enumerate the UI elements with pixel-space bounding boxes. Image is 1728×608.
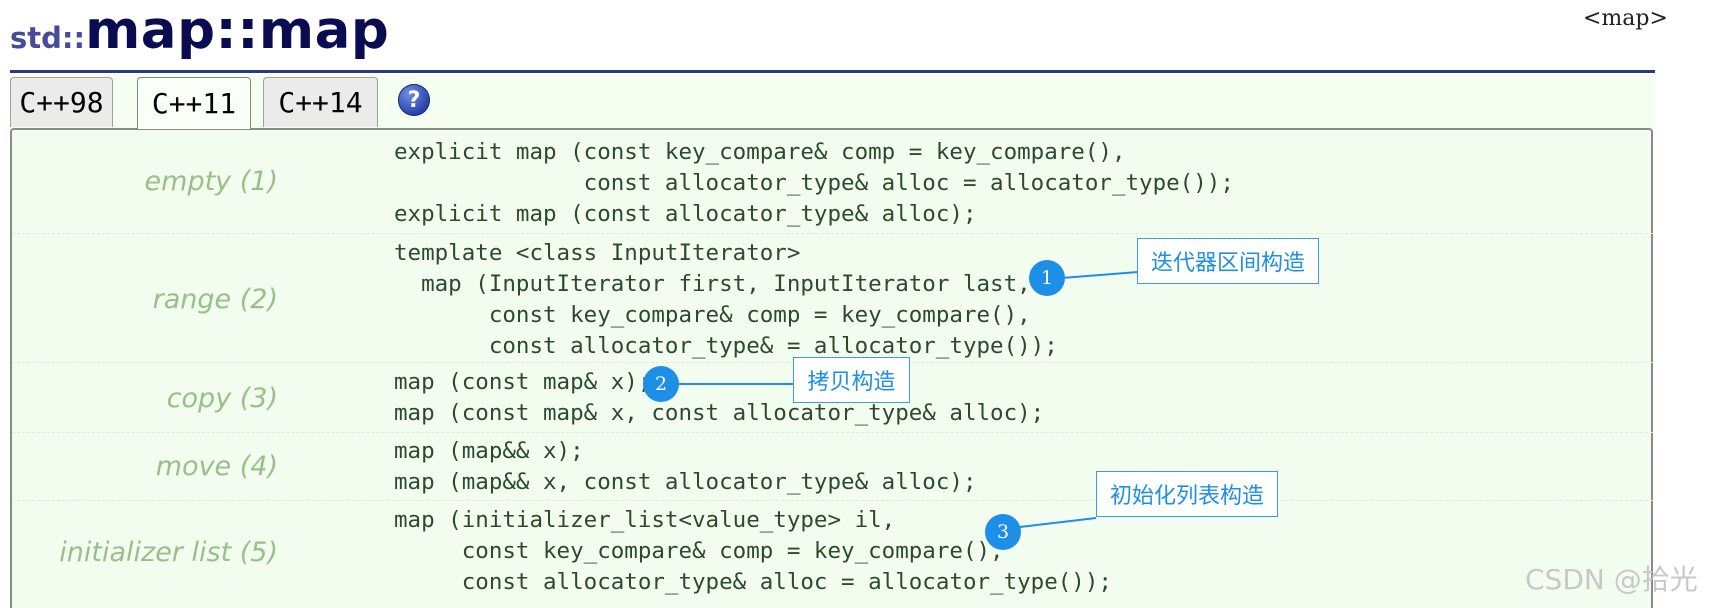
constructor-label: move (4)	[155, 451, 278, 482]
library-header-tag[interactable]: <map>	[1583, 6, 1668, 31]
callout-number-1: 1	[1029, 260, 1065, 296]
tab-cpp98[interactable]: C++98	[10, 77, 113, 127]
version-tab-bar	[10, 75, 1655, 130]
constructor-row-initializer-list: initializer list (5) map (initializer_li…	[12, 500, 1653, 606]
page-title: std:: map::map	[10, 0, 389, 64]
constructor-label: range (2)	[152, 284, 278, 315]
constructor-row-empty: empty (1) explicit map (const key_compar…	[12, 130, 1653, 233]
callout-range-constructor: 迭代器区间构造	[1137, 238, 1319, 284]
csdn-watermark: CSDN @拾光	[1525, 563, 1698, 596]
constructor-label: initializer list (5)	[59, 537, 278, 568]
page-title-text: map::map	[85, 0, 390, 61]
constructor-signature: map (const map& x); map (const map& x, c…	[394, 369, 1045, 426]
constructor-label: copy (3)	[166, 383, 278, 414]
callout-number-2: 2	[643, 366, 679, 402]
constructor-row-range: range (2) template <class InputIterator>…	[12, 233, 1653, 363]
tab-cpp14[interactable]: C++14	[263, 77, 378, 127]
namespace-prefix: std::	[10, 21, 86, 55]
tab-cpp11[interactable]: C++11	[137, 77, 251, 129]
help-icon[interactable]: ?	[398, 84, 430, 116]
callout-copy-constructor: 拷贝构造	[793, 357, 910, 403]
constructor-label: empty (1)	[144, 166, 278, 197]
constructor-signature: explicit map (const key_compare& comp = …	[394, 139, 1234, 227]
title-divider	[10, 70, 1655, 73]
constructor-signature: template <class InputIterator> map (Inpu…	[394, 240, 1058, 359]
constructor-signature: map (map&& x); map (map&& x, const alloc…	[394, 438, 977, 495]
constructor-row-move: move (4) map (map&& x); map (map&& x, co…	[12, 432, 1653, 501]
callout-number-3: 3	[985, 514, 1021, 550]
callout-initializer-list-constructor: 初始化列表构造	[1096, 471, 1278, 517]
